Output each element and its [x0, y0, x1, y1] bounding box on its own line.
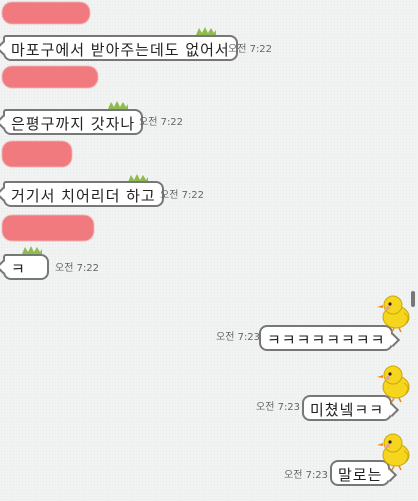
- chick-sticker-icon: [377, 365, 410, 403]
- message-bubble[interactable]: ㅋ: [3, 254, 49, 280]
- redacted-name: [2, 215, 94, 241]
- message-time: 오전 7:23: [256, 402, 301, 413]
- grass-tuft-icon: [22, 246, 42, 254]
- chick-sticker-icon: [377, 433, 410, 471]
- message-bubble[interactable]: 은평구까지 갓자나: [3, 109, 144, 135]
- chick-sticker-icon: [377, 295, 410, 333]
- message-time: 오전 7:22: [139, 117, 184, 128]
- redacted-name: [2, 141, 72, 167]
- message-time: 오전 7:23: [284, 470, 329, 481]
- message-time: 오전 7:23: [216, 332, 261, 343]
- grass-tuft-icon: [108, 101, 128, 109]
- message-time: 오전 7:22: [55, 263, 100, 274]
- message-bubble[interactable]: 거기서 치어리더 하고: [3, 181, 164, 207]
- message-time: 오전 7:22: [228, 44, 273, 55]
- message-time: 오전 7:22: [160, 190, 205, 201]
- redacted-name: [2, 2, 90, 24]
- redacted-name: [2, 66, 98, 88]
- message-bubble[interactable]: 마포구에서 받아주는데도 없어서: [3, 35, 238, 61]
- grass-tuft-icon: [196, 27, 216, 35]
